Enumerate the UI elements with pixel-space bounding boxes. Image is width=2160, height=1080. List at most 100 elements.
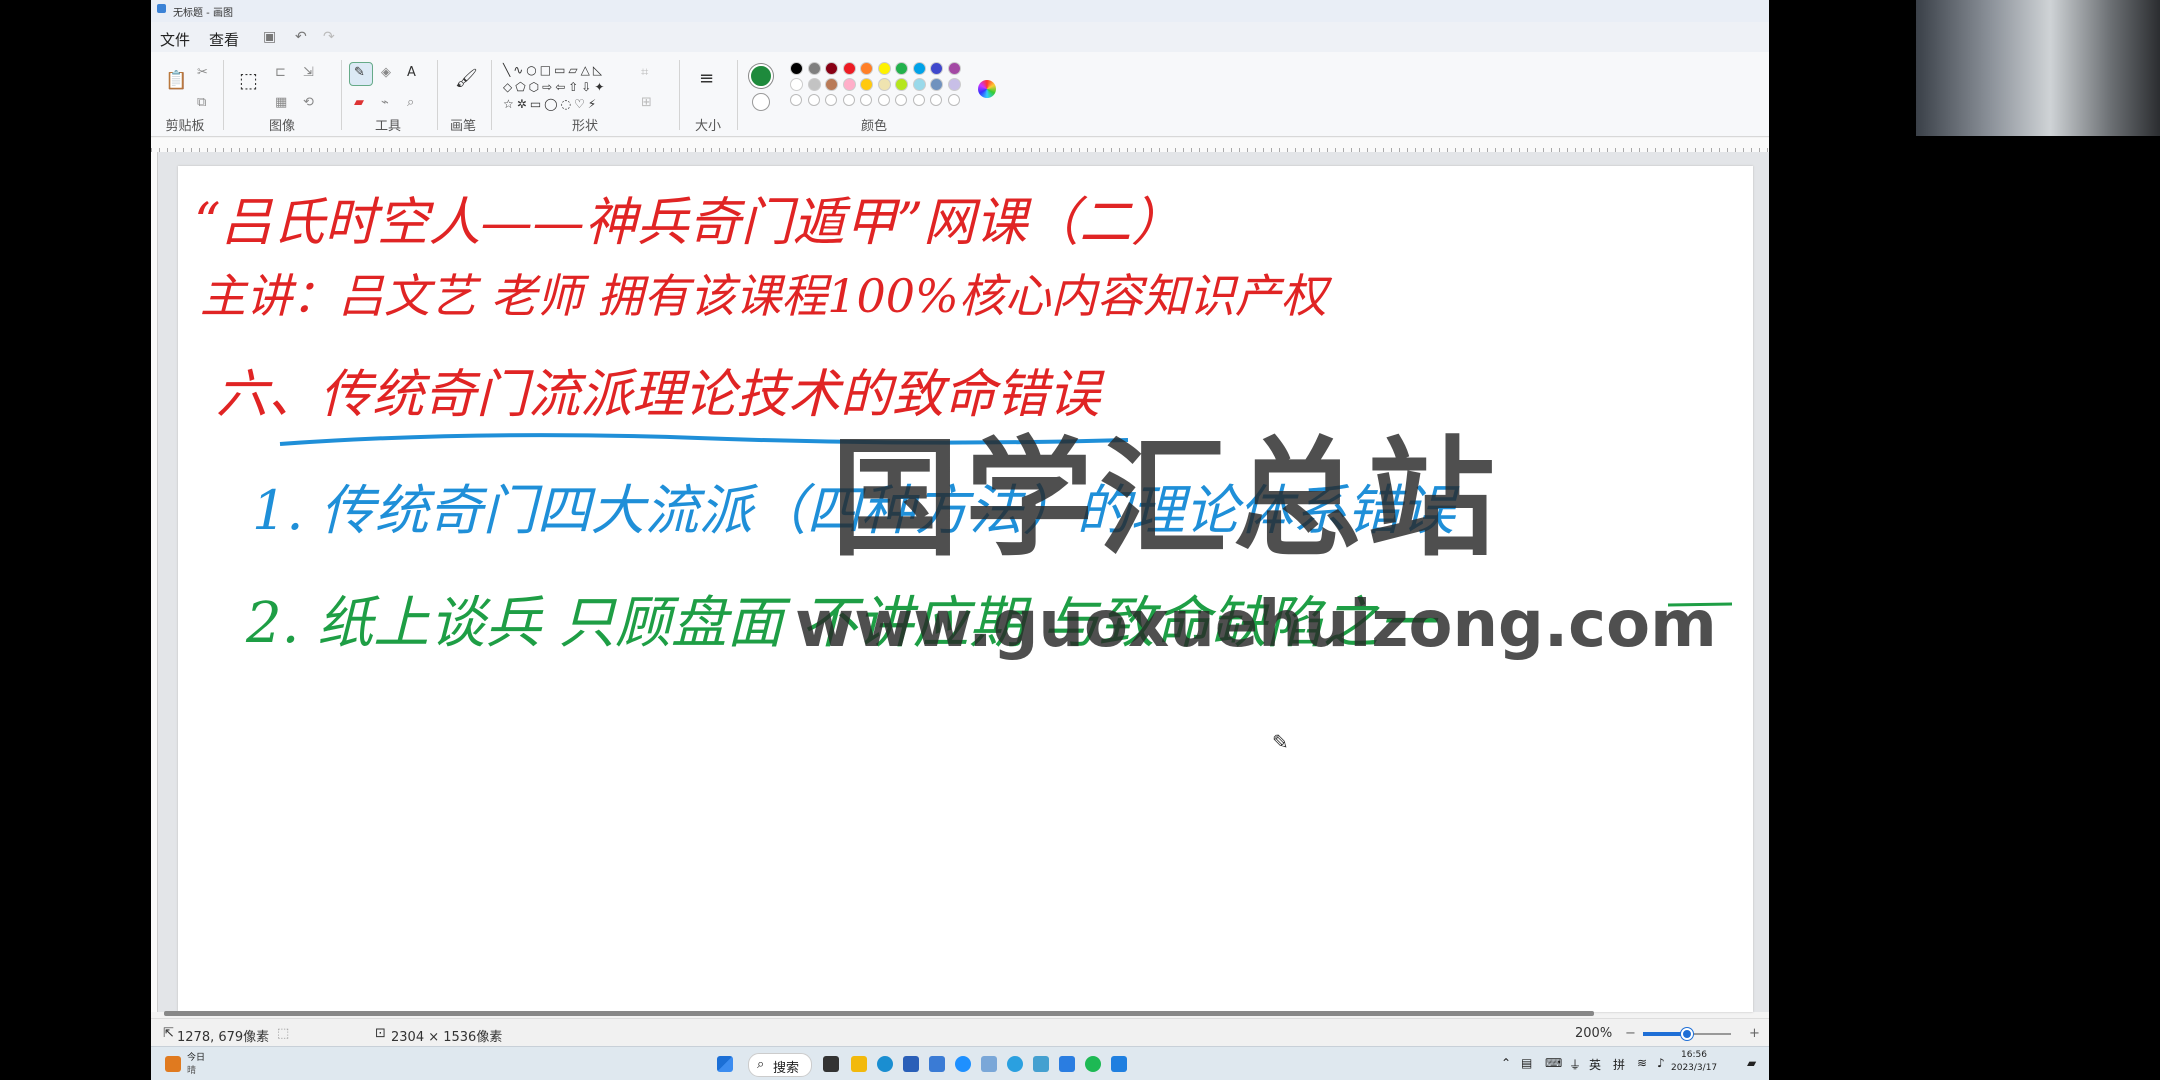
color-swatch[interactable] bbox=[912, 78, 926, 91]
color-swatch[interactable] bbox=[807, 62, 821, 75]
group-label-size: 大小 bbox=[694, 119, 721, 134]
mail-icon[interactable] bbox=[929, 1056, 945, 1072]
app-icon[interactable] bbox=[1033, 1056, 1049, 1072]
pencil-icon[interactable]: ✎ bbox=[354, 66, 365, 79]
volume-icon[interactable]: ♪ bbox=[1657, 1056, 1665, 1070]
browser-icon[interactable] bbox=[1007, 1056, 1023, 1072]
color-swatch[interactable] bbox=[877, 78, 891, 91]
group-shapes: ╲∿○□▭▱△◺ ◇⬠⬡⇨⇦⇧⇩✦ ☆✲▭◯◌♡⚡ ⌗ ⊞ 形状 bbox=[495, 52, 675, 136]
paint-icon[interactable] bbox=[981, 1056, 997, 1072]
shapes-row-1[interactable]: ╲∿○□▭▱△◺ bbox=[503, 64, 605, 76]
magnifier-icon[interactable]: ⌕ bbox=[407, 96, 414, 109]
wechat-icon[interactable] bbox=[1085, 1056, 1101, 1072]
custom-color-slot[interactable] bbox=[807, 94, 820, 106]
color-swatch[interactable] bbox=[930, 62, 943, 75]
edge-icon[interactable] bbox=[877, 1056, 893, 1072]
custom-color-slot[interactable] bbox=[912, 94, 925, 106]
menu-file[interactable]: 文件 bbox=[160, 29, 190, 50]
custom-color-slot[interactable] bbox=[930, 94, 942, 106]
color-picker-icon[interactable]: ⌁ bbox=[381, 96, 389, 109]
store-icon[interactable] bbox=[903, 1056, 919, 1072]
color-swatch[interactable] bbox=[947, 78, 961, 91]
color-swatch[interactable] bbox=[947, 62, 961, 75]
group-label-clipboard: 剪贴板 bbox=[165, 119, 205, 134]
taskbar-search[interactable]: ⌕ 搜索 bbox=[748, 1053, 812, 1077]
color-swatch[interactable] bbox=[790, 78, 803, 91]
color-swatch[interactable] bbox=[825, 62, 838, 75]
clock-date[interactable]: 2023/3/17 bbox=[1671, 1063, 1717, 1073]
horizontal-scrollbar[interactable] bbox=[164, 1011, 1594, 1016]
wifi-icon[interactable]: ≋ bbox=[1637, 1056, 1647, 1070]
color-swatch[interactable] bbox=[825, 78, 838, 91]
menu-bar: 文件 查看 ▣ ↶ ↷ bbox=[151, 22, 1769, 52]
zoom-in-button[interactable]: + bbox=[1749, 1026, 1760, 1041]
color-swatch[interactable] bbox=[860, 78, 873, 91]
redo-icon[interactable]: ↷ bbox=[323, 29, 335, 45]
tray-app-icon[interactable]: ▤ bbox=[1521, 1056, 1532, 1070]
photos-icon[interactable] bbox=[1059, 1056, 1075, 1072]
handwritten-lecturer: 主讲：吕文艺 老师 拥有该课程100%核心内容知识产权 bbox=[200, 269, 1327, 323]
search-icon: ⌕ bbox=[757, 1057, 765, 1072]
color-swatch[interactable] bbox=[877, 62, 891, 75]
custom-color-slot[interactable] bbox=[947, 94, 960, 106]
notification-icon[interactable]: ▰ bbox=[1747, 1056, 1756, 1070]
paint-window: 无标题 - 画图 文件 查看 ▣ ↶ ↷ 📋 ✂ ⧉ 剪贴板 ⬚ ⊏ ⇲ ▦ ⟲… bbox=[151, 0, 1769, 1080]
color-swatch[interactable] bbox=[895, 78, 908, 91]
custom-color-slot[interactable] bbox=[895, 94, 907, 106]
color-swatch[interactable] bbox=[842, 78, 856, 91]
primary-color[interactable] bbox=[749, 64, 773, 88]
paint-app-icon bbox=[157, 4, 166, 13]
file-explorer-icon[interactable] bbox=[851, 1056, 867, 1072]
task-view-icon[interactable] bbox=[823, 1056, 839, 1072]
edit-colors-icon[interactable] bbox=[978, 80, 996, 98]
size-icon[interactable]: ≡ bbox=[699, 70, 714, 88]
secondary-color[interactable] bbox=[752, 93, 770, 111]
color-swatch[interactable] bbox=[912, 62, 926, 75]
custom-color-slot[interactable] bbox=[860, 94, 872, 106]
divider bbox=[679, 60, 680, 130]
ime-mode[interactable]: 拼 bbox=[1613, 1056, 1625, 1073]
weather-icon[interactable] bbox=[165, 1056, 181, 1072]
eraser-icon[interactable]: ▰ bbox=[354, 96, 364, 109]
group-tools: ✎ ◈ A ▰ ⌁ ⌕ 工具 bbox=[343, 52, 433, 136]
color-swatch[interactable] bbox=[790, 62, 803, 75]
clock-time[interactable]: 16:56 bbox=[1681, 1050, 1707, 1060]
zoom-slider-thumb[interactable] bbox=[1681, 1028, 1693, 1040]
paste-icon[interactable]: 📋 bbox=[165, 72, 187, 90]
shapes-row-3[interactable]: ☆✲▭◯◌♡⚡ bbox=[503, 98, 599, 110]
custom-color-slot[interactable] bbox=[790, 94, 802, 106]
rotate-icon[interactable]: ⟲ bbox=[303, 96, 314, 109]
undo-icon[interactable]: ↶ bbox=[295, 29, 307, 45]
cut-icon[interactable]: ✂ bbox=[197, 66, 208, 79]
start-icon[interactable] bbox=[717, 1056, 733, 1072]
tray-chevron-icon[interactable]: ⌃ bbox=[1501, 1056, 1511, 1070]
custom-color-slot[interactable] bbox=[842, 94, 855, 106]
shapes-row-2[interactable]: ◇⬠⬡⇨⇦⇧⇩✦ bbox=[503, 81, 607, 93]
resize-icon[interactable]: ⇲ bbox=[303, 66, 314, 79]
text-icon[interactable]: A bbox=[407, 66, 416, 79]
custom-color-slot[interactable] bbox=[825, 94, 837, 106]
select-all-icon[interactable]: ▦ bbox=[275, 96, 287, 109]
ime-language[interactable]: 英 bbox=[1589, 1056, 1601, 1073]
group-image: ⬚ ⊏ ⇲ ▦ ⟲ 图像 bbox=[227, 52, 337, 136]
zoom-out-button[interactable]: − bbox=[1625, 1026, 1636, 1041]
tray-mic-icon[interactable]: ⏚ bbox=[1569, 1056, 1581, 1073]
color-swatch[interactable] bbox=[860, 62, 873, 75]
select-icon[interactable]: ⬚ bbox=[239, 70, 258, 90]
color-swatch[interactable] bbox=[930, 78, 943, 91]
shape-fill-icon[interactable]: ⊞ bbox=[641, 96, 652, 109]
recorder-icon[interactable] bbox=[1111, 1056, 1127, 1072]
chat-app-icon[interactable] bbox=[955, 1056, 971, 1072]
custom-color-slot[interactable] bbox=[877, 94, 890, 106]
crop-icon[interactable]: ⊏ bbox=[275, 66, 286, 79]
tray-keyboard-icon[interactable]: ⌨ bbox=[1545, 1056, 1562, 1070]
save-icon[interactable]: ▣ bbox=[263, 29, 276, 45]
copy-icon[interactable]: ⧉ bbox=[197, 96, 206, 109]
color-swatch[interactable] bbox=[807, 78, 821, 91]
fill-icon[interactable]: ◈ bbox=[381, 66, 391, 79]
color-swatch[interactable] bbox=[842, 62, 856, 75]
color-swatch[interactable] bbox=[895, 62, 908, 75]
outline-icon[interactable]: ⌗ bbox=[641, 66, 648, 79]
brush-icon[interactable]: 🖌 bbox=[455, 70, 478, 88]
menu-view[interactable]: 查看 bbox=[209, 29, 239, 50]
